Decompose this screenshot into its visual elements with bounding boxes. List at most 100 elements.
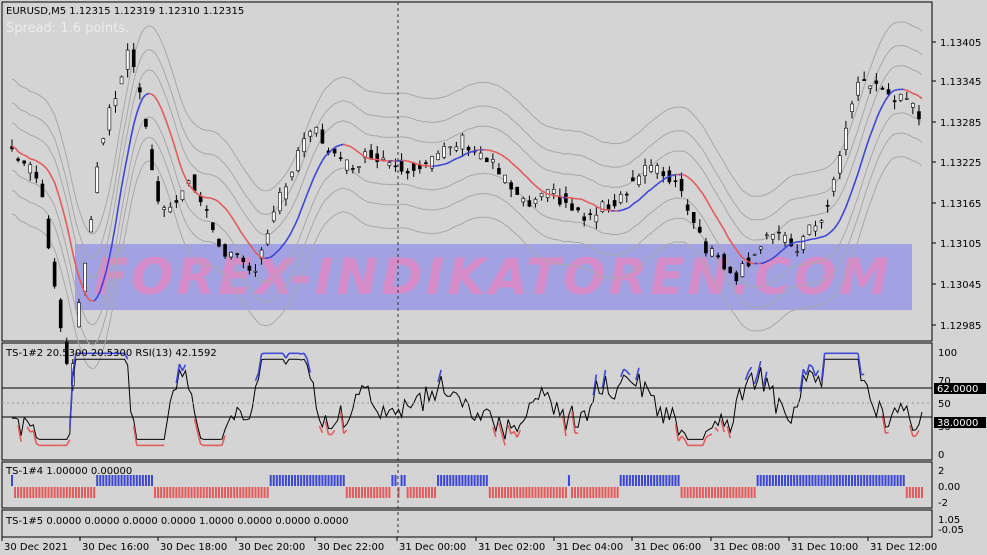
ma-segment: [708, 203, 713, 211]
spread-label: Spread: 1.6 points.: [6, 21, 129, 36]
signal-bar-up: [473, 475, 476, 486]
signal-bar-up: [291, 475, 293, 486]
signal-bar-up: [327, 475, 330, 486]
ma-segment: [644, 190, 649, 195]
signal-bar-down: [20, 487, 23, 498]
trading-chart[interactable]: FOREX-INDIKATOREN.COM EURUSD,M5 1.12315 …: [0, 0, 987, 555]
candle-body: [478, 152, 483, 160]
signal-bar-down: [607, 487, 610, 498]
signal-bar-down: [208, 487, 211, 498]
ma-segment: [513, 164, 518, 169]
signal-bar-up: [461, 475, 464, 486]
ma-segment: [212, 198, 217, 201]
chart-canvas[interactable]: FOREX-INDIKATOREN.COM EURUSD,M5 1.12315 …: [0, 0, 987, 555]
signal-bar-up: [884, 475, 887, 486]
signal-bar-up: [650, 475, 653, 486]
ma-segment: [705, 198, 710, 205]
signal-bar-down: [543, 487, 546, 498]
ma-segment: [510, 161, 515, 166]
signal-bar-down: [507, 487, 510, 498]
signal-bar-down: [698, 487, 701, 498]
candle-body: [491, 159, 495, 163]
ma-segment: [806, 238, 810, 242]
signal-bar-up: [437, 475, 440, 486]
ma-segment: [793, 241, 798, 244]
candle-body: [819, 220, 824, 223]
ma-segment: [203, 196, 207, 199]
signal-bar-down: [510, 487, 513, 498]
signal-bar-down: [56, 487, 59, 498]
time-tick: 30 Dec 18:00: [160, 542, 227, 553]
candle-body: [917, 111, 921, 120]
candle-body: [77, 302, 81, 328]
ma-segment: [592, 203, 597, 208]
signal-bar-down: [546, 487, 549, 498]
signal-bar-down: [379, 487, 382, 498]
candle-body: [624, 193, 629, 196]
ma-segment: [869, 127, 875, 136]
ma-segment: [437, 164, 442, 167]
signal-bar-down: [711, 487, 713, 498]
ma-segment: [291, 224, 296, 232]
ma-segment: [608, 209, 612, 212]
ma-segment: [449, 159, 454, 163]
signal-bar-down: [169, 487, 172, 498]
signal-bar-down: [604, 487, 607, 498]
signal-bar-down: [589, 487, 592, 498]
signal-bar-up: [872, 475, 875, 486]
rsi-oversold-arc: [885, 431, 889, 435]
price-axis[interactable]: 1.13405 1.13345 1.13285 1.13225 1.13165 …: [932, 38, 981, 332]
ma-segment: [620, 208, 624, 212]
signal-bar-down: [491, 487, 494, 498]
signal-bar-up: [318, 475, 321, 486]
time-tick: 30 Dec 16:00: [82, 542, 149, 553]
signal-bar-up: [141, 475, 144, 486]
rsi-axis: 100 70 50 30 0 62.0000 38.0000: [2, 348, 986, 461]
time-axis[interactable]: 30 Dec 2021 30 Dec 16:00 30 Dec 18:00 30 De…: [1, 537, 937, 553]
ma-segment: [884, 95, 890, 101]
signal-bar-up: [342, 475, 345, 486]
signal-bar-down: [217, 487, 220, 498]
candle-body: [685, 204, 690, 211]
signal-bar-up: [446, 475, 449, 486]
ma-segment: [623, 207, 628, 211]
ma-segment: [723, 229, 728, 237]
signal-bar-down: [59, 487, 62, 498]
signal-bar-up: [440, 475, 443, 486]
signal-bar-down: [552, 487, 555, 498]
signal-bar-up: [802, 475, 805, 486]
signal-bar-up: [869, 475, 872, 486]
candle-body: [411, 162, 416, 171]
candle-body: [211, 222, 215, 231]
signal-bar-up: [777, 475, 780, 486]
time-tick: 31 Dec 08:00: [713, 542, 780, 553]
signal-bar-down: [90, 487, 93, 498]
candle-body: [844, 127, 848, 150]
candle-body: [125, 49, 130, 70]
signal-bar-down: [720, 487, 723, 498]
time-tick: 31 Dec 10:00: [791, 542, 858, 553]
ma-segment: [830, 228, 835, 233]
signal-bar-down: [376, 487, 379, 498]
candle-body: [588, 213, 593, 215]
candle-body: [16, 158, 20, 161]
envelope-band: [11, 44, 923, 258]
time-tick: 31 Dec 06:00: [634, 542, 701, 553]
candle-body: [265, 233, 270, 245]
signal-bar-down: [732, 487, 735, 498]
signal-bar-down: [616, 487, 619, 498]
candle-body: [119, 76, 124, 85]
candle-body: [521, 198, 526, 203]
signal-bar-up: [902, 475, 905, 486]
signal-bar-up: [875, 475, 878, 486]
candle-body: [764, 234, 769, 237]
signal-bar-down: [729, 487, 732, 498]
signal-bar-down: [172, 487, 175, 498]
candle-body: [308, 130, 313, 137]
candle-body: [357, 166, 361, 168]
ma-segment: [178, 161, 184, 172]
ma-segment: [352, 147, 357, 151]
candle-body: [728, 266, 733, 273]
signal-bar-up: [306, 475, 309, 486]
ma-segment: [35, 160, 40, 164]
